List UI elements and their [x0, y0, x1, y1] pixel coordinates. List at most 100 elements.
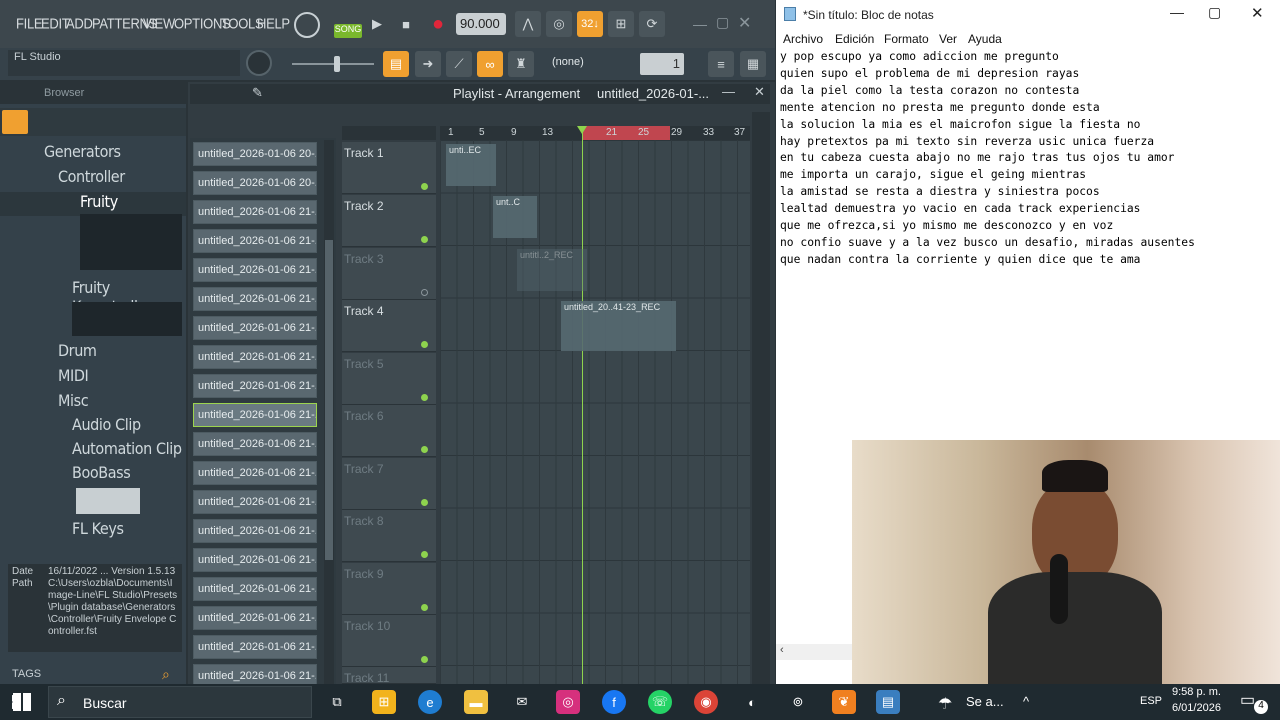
file-item[interactable]: untitled_2026-01-06 21-...: [193, 519, 317, 543]
browser-item-fruity-envelope[interactable]: Fruity En..ntroller: [0, 192, 186, 230]
file-item[interactable]: untitled_2026-01-06 21-...: [193, 606, 317, 630]
scroll-left-icon[interactable]: ‹: [780, 644, 784, 656]
scrollbar-thumb[interactable]: [325, 240, 333, 560]
stop-icon[interactable]: ■: [393, 11, 419, 37]
browser-item-midi[interactable]: MIDI: [0, 366, 186, 390]
menu-ver[interactable]: Ver: [939, 32, 957, 46]
app-icon[interactable]: ⊚: [786, 690, 810, 714]
master-pitch-slider[interactable]: [292, 63, 374, 65]
edge-icon[interactable]: e: [418, 690, 442, 714]
play-icon[interactable]: ▶: [364, 11, 390, 37]
whatsapp-icon[interactable]: ☏: [648, 690, 672, 714]
notepad-text-area[interactable]: y pop escupo ya como adiccion me pregunt…: [780, 49, 1260, 269]
record-icon[interactable]: ●: [425, 11, 451, 37]
minimize-icon[interactable]: —: [693, 16, 707, 32]
minimize-icon[interactable]: —: [1170, 4, 1184, 20]
countdown-button[interactable]: 32↓: [577, 11, 603, 37]
menu-formato[interactable]: Formato: [884, 32, 929, 46]
file-item[interactable]: untitled_2026-01-06 21-...: [193, 403, 317, 427]
browser-item-fl-keys[interactable]: FL Keys: [0, 519, 186, 543]
song-mode-button[interactable]: SONG: [334, 24, 362, 38]
weather-text[interactable]: Se a...: [966, 694, 1004, 709]
clip[interactable]: untitled_20..41-23_REC: [561, 301, 676, 351]
file-item[interactable]: untitled_2026-01-06 21-...: [193, 490, 317, 514]
weather-icon[interactable]: ☂: [938, 694, 952, 714]
file-item[interactable]: untitled_2026-01-06 21-...: [193, 200, 317, 224]
mixer-icon[interactable]: ♜: [508, 51, 534, 77]
close-icon[interactable]: ✕: [754, 84, 765, 100]
track-mute-led[interactable]: [421, 394, 428, 401]
pencil-icon[interactable]: ✎: [252, 85, 263, 101]
arrow-icon[interactable]: ➜: [415, 51, 441, 77]
file-item[interactable]: untitled_2026-01-06 21-...: [193, 287, 317, 311]
menu-file[interactable]: FILE: [16, 15, 43, 32]
step-edit-icon[interactable]: ⊞: [608, 11, 634, 37]
task-view-icon[interactable]: ⧉: [325, 690, 349, 714]
pattern-select[interactable]: (none): [552, 56, 614, 74]
browser-item-fruity-keyboard[interactable]: Fruity Key..ntroller: [0, 278, 186, 316]
browser-item-boobass[interactable]: BooBass: [0, 463, 186, 487]
file-item[interactable]: untitled_2026-01-06 21-...: [193, 548, 317, 572]
menu-archivo[interactable]: Archivo: [783, 32, 823, 46]
minimize-icon[interactable]: —: [722, 84, 735, 99]
track-mute-led[interactable]: [421, 341, 428, 348]
clip[interactable]: unti..EC: [446, 144, 496, 186]
notification-icon[interactable]: ▭: [1240, 690, 1255, 710]
loop-region[interactable]: [582, 126, 670, 140]
menu-help[interactable]: HELP: [257, 15, 290, 32]
track-mute-led[interactable]: [421, 604, 428, 611]
search-box[interactable]: ⌕ Buscar: [48, 686, 312, 718]
menu-add[interactable]: ADD: [66, 15, 93, 32]
mail-icon[interactable]: ✉: [510, 690, 534, 714]
tempo-display[interactable]: 90.000: [456, 13, 506, 35]
file-item[interactable]: untitled_2026-01-06 21-...: [193, 345, 317, 369]
browser-item-drum[interactable]: Drum: [0, 341, 186, 365]
maximize-icon[interactable]: ▢: [716, 14, 729, 31]
chrome-icon[interactable]: ◉: [694, 690, 718, 714]
loop-record-icon[interactable]: ⟳: [639, 11, 665, 37]
windows-start-icon[interactable]: [13, 693, 31, 711]
clock-time[interactable]: 9:58 p. m.: [1172, 686, 1221, 698]
plug-icon[interactable]: ⟋: [446, 51, 472, 77]
file-item[interactable]: untitled_2026-01-06 21-...: [193, 374, 317, 398]
metronome-icon[interactable]: ⋀: [515, 11, 541, 37]
fl-studio-icon[interactable]: ❦: [832, 690, 856, 714]
menu-ayuda[interactable]: Ayuda: [968, 32, 1002, 46]
maximize-icon[interactable]: ▢: [1208, 4, 1221, 21]
clip[interactable]: unt..C: [493, 196, 537, 238]
slider-handle[interactable]: [334, 56, 340, 72]
playlist-icon[interactable]: ▤: [383, 51, 409, 77]
playlist-grid[interactable]: [440, 140, 750, 684]
menu-edicion[interactable]: Edición: [835, 32, 874, 46]
master-volume-knob[interactable]: [246, 50, 272, 76]
playhead[interactable]: [582, 130, 583, 684]
instagram-icon[interactable]: ◎: [556, 690, 580, 714]
browser-item-automation-clip[interactable]: Automation Clip: [0, 439, 186, 463]
link-icon[interactable]: ∞: [477, 51, 503, 77]
track-mute-led[interactable]: [421, 551, 428, 558]
browser-item-audio-clip[interactable]: Audio Clip: [0, 415, 186, 439]
file-item[interactable]: untitled_2026-01-06 21-...: [193, 461, 317, 485]
browser-item-misc[interactable]: Misc: [0, 391, 186, 415]
track-mute-led[interactable]: [421, 446, 428, 453]
channel-rack-icon[interactable]: ≡: [708, 51, 734, 77]
obs-icon[interactable]: ◐: [740, 690, 764, 714]
file-item[interactable]: untitled_2026-01-06 20-...: [193, 171, 317, 195]
piano-roll-icon[interactable]: ▦: [740, 51, 766, 77]
wait-input-icon[interactable]: ◎: [546, 11, 572, 37]
pattern-number[interactable]: 1: [640, 53, 684, 75]
search-icon[interactable]: ⌕: [162, 666, 170, 683]
close-icon[interactable]: ✕: [738, 13, 751, 33]
file-item[interactable]: untitled_2026-01-06 21-...: [193, 432, 317, 456]
facebook-icon[interactable]: f: [602, 690, 626, 714]
track-mute-led[interactable]: [421, 656, 428, 663]
chevron-up-icon[interactable]: ^: [1023, 694, 1029, 709]
track-mute-led[interactable]: [421, 499, 428, 506]
browser-item-generators[interactable]: Generators: [0, 142, 186, 166]
file-item[interactable]: untitled_2026-01-06 21-...: [193, 316, 317, 340]
browser-tab-all-icon[interactable]: [2, 110, 28, 134]
notepad-hscrollbar[interactable]: ‹: [776, 644, 856, 660]
track-mute-led[interactable]: [421, 183, 428, 190]
browser-item-controller[interactable]: Controller: [0, 167, 186, 191]
files-scrollbar[interactable]: [324, 140, 334, 684]
